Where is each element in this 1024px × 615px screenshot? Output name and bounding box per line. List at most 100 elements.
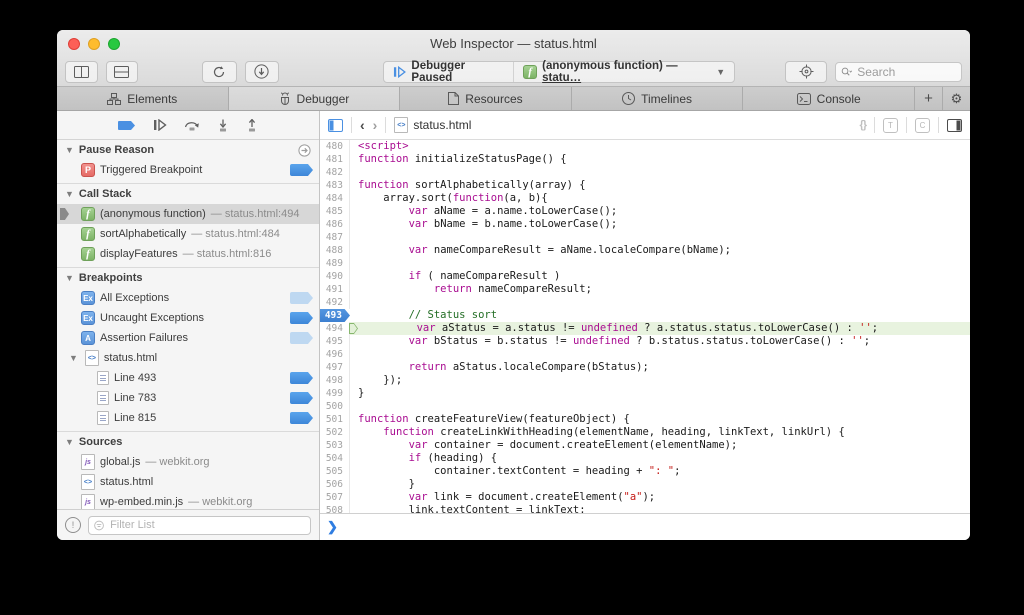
breakpoint-flag-icon[interactable] — [290, 372, 313, 384]
back-button[interactable]: ‹ — [360, 118, 365, 132]
line-number[interactable]: 484 — [320, 192, 350, 205]
breakpoint-flag-icon[interactable] — [290, 332, 313, 344]
close-window-button[interactable] — [68, 38, 80, 50]
zoom-window-button[interactable] — [108, 38, 120, 50]
breakpoint-flag-icon[interactable] — [290, 292, 313, 304]
step-into-button[interactable] — [217, 119, 229, 132]
list-item[interactable]: jswp-embed.min.js — webkit.org — [57, 492, 319, 509]
section-header[interactable]: ▼Pause Reason — [57, 140, 319, 160]
tab-timelines[interactable]: Timelines — [572, 87, 744, 110]
add-tab-button[interactable]: + — [915, 87, 943, 110]
tab-resources[interactable]: Resources — [400, 87, 572, 110]
line-number[interactable]: 488 — [320, 244, 350, 257]
list-item[interactable]: jsglobal.js — webkit.org — [57, 452, 319, 472]
list-item[interactable]: Line 815 — [57, 408, 319, 428]
line-number[interactable]: 492 — [320, 296, 350, 309]
pretty-print-icon[interactable]: {} — [859, 119, 866, 131]
line-number[interactable]: 495 — [320, 335, 350, 348]
list-item[interactable]: ExAll Exceptions — [57, 288, 319, 308]
toggle-left-sidebar-button[interactable] — [65, 61, 98, 83]
search-input[interactable] — [855, 64, 956, 80]
list-item[interactable]: ▼<>status.html — [57, 348, 319, 368]
filter-input[interactable] — [108, 518, 305, 532]
line-number[interactable]: 507 — [320, 491, 350, 504]
line-number[interactable]: 504 — [320, 452, 350, 465]
list-item[interactable]: fdisplayFeatures — status.html:816 — [57, 244, 319, 264]
sidebar-filter-bar: ! — [57, 509, 319, 540]
reload-page-button[interactable] — [202, 61, 236, 83]
filter-field[interactable] — [88, 516, 311, 535]
current-function-dropdown[interactable]: f (anonymous function) — statu… ▼ — [513, 62, 734, 82]
step-over-button[interactable] — [184, 119, 200, 131]
line-number[interactable]: 499 — [320, 387, 350, 400]
line-number[interactable]: 481 — [320, 153, 350, 166]
toggle-breakpoints-button[interactable] — [118, 120, 136, 131]
element-picker-button[interactable] — [785, 61, 827, 83]
issues-toggle-icon[interactable]: ! — [65, 517, 81, 533]
quick-console[interactable]: ❯ — [320, 513, 970, 540]
download-web-archive-button[interactable] — [245, 61, 279, 83]
line-number[interactable]: 483 — [320, 179, 350, 192]
section-header[interactable]: ▼Sources — [57, 432, 319, 452]
breakpoint-flag-icon[interactable] — [290, 412, 313, 424]
line-number[interactable]: 505 — [320, 465, 350, 478]
list-item[interactable]: fsortAlphabetically — status.html:484 — [57, 224, 319, 244]
line-number[interactable]: 490 — [320, 270, 350, 283]
line-number[interactable]: 486 — [320, 218, 350, 231]
function-icon: f — [523, 65, 537, 79]
breakpoint-flag-icon[interactable] — [290, 392, 313, 404]
line-number[interactable]: 494 — [320, 322, 350, 335]
section-header[interactable]: ▼Breakpoints — [57, 268, 319, 288]
breakpoint-flag-icon[interactable] — [290, 164, 313, 176]
step-over-icon — [184, 119, 200, 131]
tab-console[interactable]: Console — [743, 87, 915, 110]
list-item[interactable]: Line 493 — [57, 368, 319, 388]
item-label: status.html — [104, 352, 157, 364]
toggle-right-sidebar-icon[interactable] — [947, 119, 962, 132]
line-number-breakpoint[interactable]: 493 — [320, 309, 350, 322]
code-line: 501function createFeatureView(featureObj… — [320, 413, 970, 426]
list-item[interactable]: <>status.html — [57, 472, 319, 492]
line-number[interactable]: 497 — [320, 361, 350, 374]
line-number[interactable]: 485 — [320, 205, 350, 218]
type-profiler-icon[interactable]: T — [883, 118, 898, 133]
list-item[interactable]: PTriggered Breakpoint — [57, 160, 319, 180]
line-number[interactable]: 508 — [320, 504, 350, 513]
list-item[interactable]: Line 783 — [57, 388, 319, 408]
search-field[interactable] — [835, 62, 962, 82]
line-number[interactable]: 502 — [320, 426, 350, 439]
debugger-paused-button[interactable]: Debugger Paused — [384, 62, 513, 82]
tab-debugger[interactable]: Debugger — [229, 87, 401, 110]
line-number[interactable]: 487 — [320, 231, 350, 244]
list-item[interactable]: ExUncaught Exceptions — [57, 308, 319, 328]
inspector-settings-button[interactable]: ⚙ — [943, 87, 970, 110]
toggle-split-console-button[interactable] — [106, 61, 139, 83]
line-number[interactable]: 489 — [320, 257, 350, 270]
function-selector-link[interactable]: statu… — [542, 72, 581, 84]
line-number[interactable]: 506 — [320, 478, 350, 491]
step-out-button[interactable] — [246, 119, 258, 132]
line-number[interactable]: 496 — [320, 348, 350, 361]
window-title: Web Inspector — status.html — [57, 36, 970, 51]
pause-resume-button[interactable] — [153, 119, 167, 131]
breadcrumb-file[interactable]: <> status.html — [394, 117, 471, 133]
tab-elements[interactable]: Elements — [57, 87, 229, 110]
line-number[interactable]: 500 — [320, 400, 350, 413]
line-number[interactable]: 482 — [320, 166, 350, 179]
show-sidebar-icon[interactable] — [328, 119, 343, 132]
section-header[interactable]: ▼Call Stack — [57, 184, 319, 204]
list-item[interactable]: f(anonymous function) — status.html:494 — [57, 204, 319, 224]
minimize-window-button[interactable] — [88, 38, 100, 50]
list-item[interactable]: AAssertion Failures — [57, 328, 319, 348]
forward-button[interactable]: › — [373, 118, 378, 132]
line-number[interactable]: 503 — [320, 439, 350, 452]
debugger-paused-label: Debugger Paused — [411, 60, 504, 84]
line-number[interactable]: 480 — [320, 140, 350, 153]
item-label: global.js — [100, 456, 140, 468]
code-coverage-icon[interactable]: C — [915, 118, 930, 133]
code-line: 480<script> — [320, 140, 970, 153]
line-number[interactable]: 498 — [320, 374, 350, 387]
line-number[interactable]: 491 — [320, 283, 350, 296]
line-number[interactable]: 501 — [320, 413, 350, 426]
breakpoint-flag-icon[interactable] — [290, 312, 313, 324]
